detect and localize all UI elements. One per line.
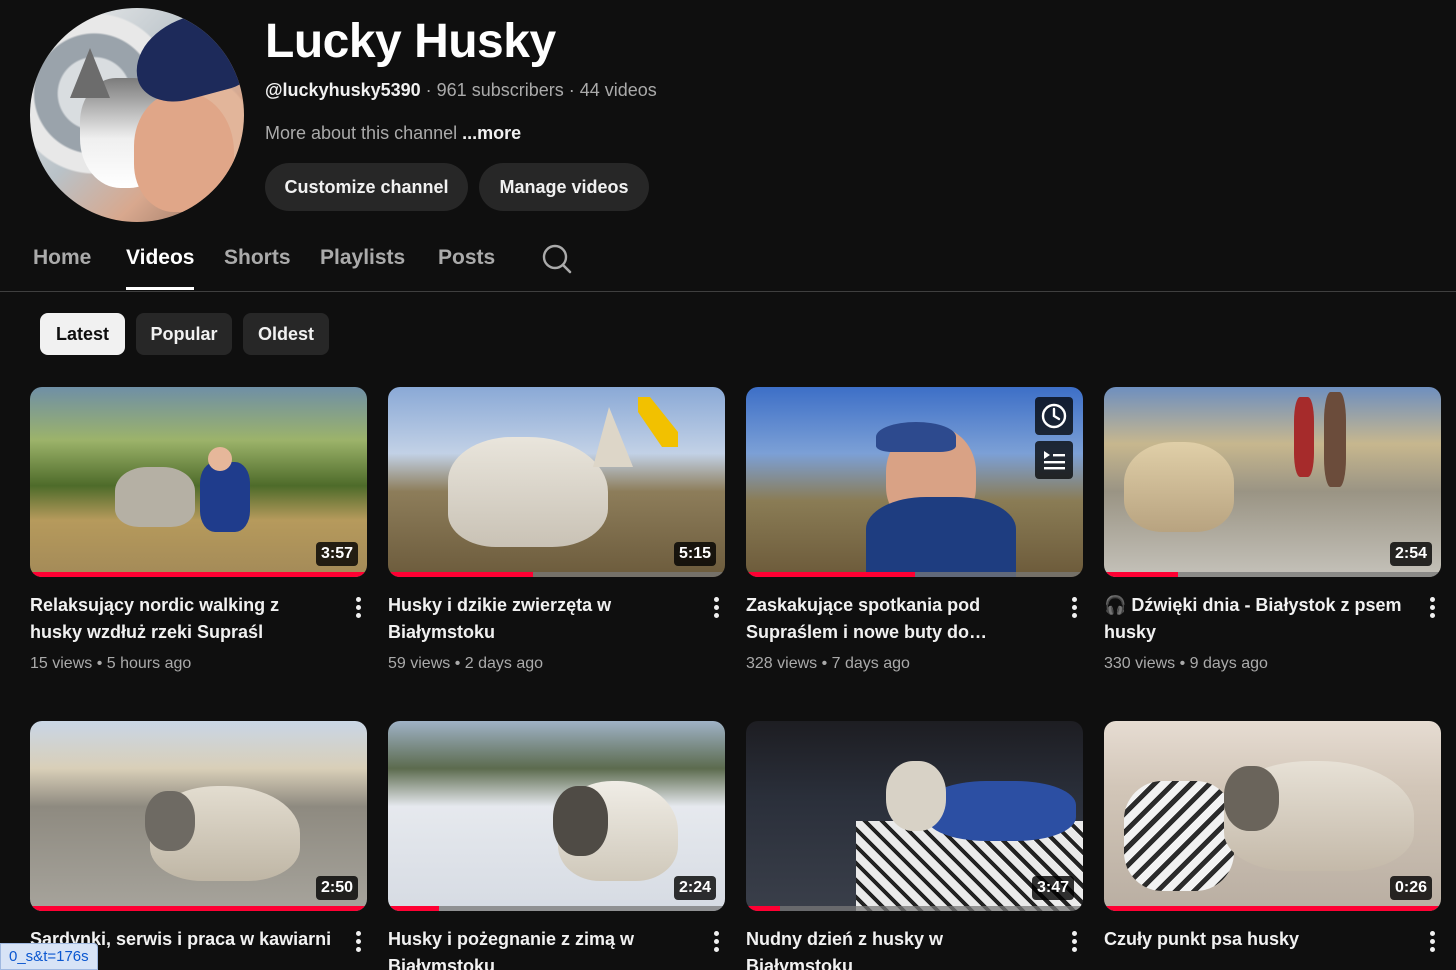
video-duration: 2:24 [673,876,716,900]
clock-icon[interactable] [1035,397,1073,435]
video-card[interactable]: 5:15 Husky i dzikie zwierzęta w Białymst… [388,387,725,672]
video-title[interactable]: Zaskakujące spotkania pod Supraślem i no… [746,592,1051,646]
watch-progress [1104,906,1441,911]
video-meta: 59 views • 2 days ago [388,655,544,672]
video-title[interactable]: Husky i pożegnanie z zimą w Białymstoku [388,926,693,970]
video-thumbnail[interactable]: 3:47 [746,721,1083,911]
tab-videos[interactable]: Videos [126,246,195,290]
tab-home[interactable]: Home [33,246,91,270]
more-vert-icon[interactable] [355,597,361,621]
tab-shorts[interactable]: Shorts [224,246,291,270]
more-vert-icon[interactable] [1429,597,1435,621]
video-thumbnail[interactable]: 0:26 [1104,721,1441,911]
subscriber-count: 961 subscribers [436,80,564,100]
video-card[interactable]: 2:54 🎧 Dźwięki dnia - Białystok z psem h… [1104,387,1441,672]
watch-progress [746,906,780,911]
watch-progress [1104,572,1179,577]
watch-progress [30,906,367,911]
video-card[interactable]: Zaskakujące spotkania pod Supraślem i no… [746,387,1083,672]
chip-oldest[interactable]: Oldest [243,313,329,355]
tab-posts[interactable]: Posts [438,246,495,270]
video-card[interactable]: 2:50 Sardynki, serwis i praca w kawiarni… [30,721,367,970]
video-duration: 0:26 [1389,876,1432,900]
video-card[interactable]: 3:47 Nudny dzień z husky w Białymstoku [746,721,1083,970]
add-to-queue-icon[interactable] [1035,441,1073,479]
video-card[interactable]: 3:57 Relaksujący nordic walking z husky … [30,387,367,672]
video-title[interactable]: Husky i dzikie zwierzęta w Białymstoku [388,592,693,646]
video-thumbnail[interactable]: 2:24 [388,721,725,911]
customize-channel-button[interactable]: Customize channel [265,163,468,211]
channel-title: Lucky Husky [265,15,556,68]
video-count: 44 videos [579,80,657,100]
watch-progress [746,572,915,577]
channel-avatar[interactable] [30,8,244,222]
channel-tabs: Home Videos Shorts Playlists Posts [0,228,1456,292]
video-duration: 3:57 [315,542,358,566]
chip-latest[interactable]: Latest [40,313,125,355]
video-duration: 2:54 [1389,542,1432,566]
video-meta: 328 views • 7 days ago [746,655,910,672]
more-vert-icon[interactable] [1071,597,1077,621]
video-duration: 3:47 [1031,876,1074,900]
video-title[interactable]: Relaksujący nordic walking z husky wzdłu… [30,592,335,646]
video-thumbnail[interactable]: 3:57 [30,387,367,577]
video-card[interactable]: 0:26 Czuły punkt psa husky [1104,721,1441,952]
chip-popular[interactable]: Popular [136,313,232,355]
video-duration: 5:15 [673,542,716,566]
watch-progress [388,572,533,577]
hover-actions [1035,397,1073,485]
video-title[interactable]: Nudny dzień z husky w Białymstoku [746,926,1051,970]
status-url-tooltip: 0_s&t=176s [0,943,98,970]
video-title[interactable]: Czuły punkt psa husky [1104,926,1409,953]
video-thumbnail[interactable] [746,387,1083,577]
more-vert-icon[interactable] [713,931,719,955]
video-thumbnail[interactable]: 5:15 [388,387,725,577]
channel-about[interactable]: More about this channel ...more [265,123,521,144]
watch-progress [388,906,439,911]
channel-meta: @luckyhusky5390 · 961 subscribers · 44 v… [265,80,657,100]
more-vert-icon[interactable] [713,597,719,621]
more-vert-icon[interactable] [355,931,361,955]
video-meta: 330 views • 9 days ago [1104,655,1268,672]
manage-videos-button[interactable]: Manage videos [479,163,649,211]
watch-progress [30,572,367,577]
search-icon[interactable] [542,244,572,274]
video-title[interactable]: 🎧 Dźwięki dnia - Białystok z psem husky [1104,592,1409,646]
video-meta: 15 views • 5 hours ago [30,655,192,672]
video-duration: 2:50 [315,876,358,900]
about-more-link[interactable]: ...more [462,123,521,143]
more-vert-icon[interactable] [1429,931,1435,955]
tab-playlists[interactable]: Playlists [320,246,405,270]
more-vert-icon[interactable] [1071,931,1077,955]
video-thumbnail[interactable]: 2:50 [30,721,367,911]
video-card[interactable]: 2:24 Husky i pożegnanie z zimą w Białyms… [388,721,725,970]
video-thumbnail[interactable]: 2:54 [1104,387,1441,577]
channel-handle[interactable]: @luckyhusky5390 [265,80,421,100]
